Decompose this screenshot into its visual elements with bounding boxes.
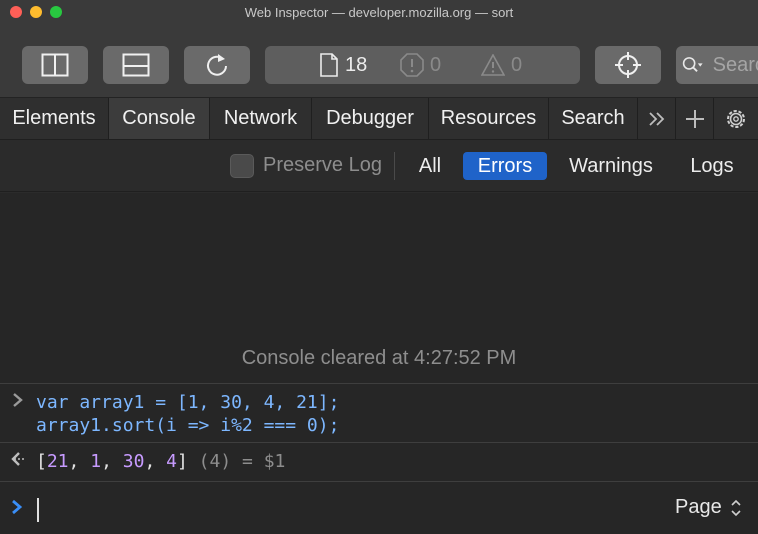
settings-button[interactable]: [714, 98, 758, 139]
tab-search[interactable]: Search: [549, 98, 638, 139]
tab-resources[interactable]: Resources: [429, 98, 549, 139]
warnings-count-item[interactable]: 0: [481, 54, 522, 77]
error-icon: [400, 53, 424, 77]
console-result[interactable]: [21, 1, 30, 4] (4) = $1: [36, 451, 285, 472]
crosshair-icon: [615, 52, 641, 78]
result-assignment: = $1: [242, 451, 286, 472]
console-cleared-message: Console cleared at 4:27:52 PM: [241, 347, 517, 369]
console-filter-bar: Preserve Log All Errors Warnings Logs: [0, 140, 758, 192]
result-arrow-icon: [10, 451, 28, 472]
tab-bar: Elements Console Network Debugger Resour…: [0, 98, 758, 140]
console-prompt-icon: [11, 498, 23, 522]
zoom-window-button[interactable]: [50, 6, 62, 18]
console-messages: Console cleared at 4:27:52 PM var array1…: [0, 193, 758, 534]
new-tab-button[interactable]: [676, 98, 714, 139]
input-prompt-icon: [12, 391, 24, 414]
errors-count: 0: [430, 53, 442, 76]
result-close-bracket: ]: [176, 451, 188, 472]
filter-logs-button[interactable]: Logs: [681, 152, 743, 180]
resources-count: 18: [345, 53, 368, 76]
tab-console[interactable]: Console: [109, 98, 210, 139]
title-bar: Web Inspector — developer.mozilla.org — …: [0, 0, 758, 24]
more-tabs-button[interactable]: [638, 98, 676, 139]
reload-icon: [207, 54, 227, 76]
dock-bottom-icon: [122, 53, 150, 77]
filter-warnings-button[interactable]: Warnings: [560, 152, 662, 180]
preserve-log-checkbox[interactable]: [230, 154, 254, 178]
inspect-element-button[interactable]: [595, 46, 661, 84]
dock-side-icon: [41, 53, 69, 77]
reload-button[interactable]: [184, 46, 250, 84]
execution-context-label: Page: [675, 496, 722, 518]
preserve-log-label[interactable]: Preserve Log: [263, 154, 382, 177]
gear-icon: [727, 109, 745, 128]
activity-viewer: 18 0 0: [265, 46, 580, 84]
minimize-window-button[interactable]: [30, 6, 42, 18]
close-window-button[interactable]: [10, 6, 22, 18]
toolbar: 18 0 0 Sear: [0, 24, 758, 98]
errors-count-item[interactable]: 0: [400, 53, 441, 77]
result-open-bracket: [: [36, 451, 47, 472]
dock-side-button[interactable]: [22, 46, 88, 84]
message-separator: [0, 481, 758, 482]
window-controls: [10, 6, 62, 18]
resources-count-item[interactable]: 18: [319, 53, 367, 77]
dock-bottom-button[interactable]: [103, 46, 169, 84]
result-value: 1: [90, 451, 102, 472]
filter-errors-button[interactable]: Errors: [463, 152, 547, 180]
execution-context-selector[interactable]: Page: [675, 496, 742, 519]
console-input-line-1: var array1 = [1, 30, 4, 21];: [36, 392, 340, 413]
message-separator: [0, 442, 758, 443]
tab-elements[interactable]: Elements: [0, 98, 109, 139]
tab-network[interactable]: Network: [210, 98, 312, 139]
double-chevron-right-icon: [648, 111, 664, 126]
window-title: Web Inspector — developer.mozilla.org — …: [244, 4, 514, 20]
warnings-count: 0: [511, 53, 523, 76]
result-length: (4): [198, 451, 232, 472]
filter-all-button[interactable]: All: [408, 152, 452, 180]
search-field[interactable]: Search: [676, 46, 758, 84]
document-icon: [320, 53, 338, 77]
console-input-caret[interactable]: [37, 498, 39, 522]
tab-debugger[interactable]: Debugger: [312, 98, 429, 139]
search-icon: [682, 57, 703, 73]
filter-divider: [394, 152, 395, 180]
console-input-line-2: array1.sort(i => i%2 === 0);: [36, 415, 340, 436]
message-separator: [0, 383, 758, 384]
result-value: 21: [46, 451, 69, 472]
result-value: 30: [122, 451, 145, 472]
up-down-chevron-icon: [730, 498, 742, 518]
warning-icon: [481, 54, 505, 76]
plus-icon: [685, 109, 704, 128]
result-value: 4: [166, 451, 177, 472]
search-placeholder: Search: [712, 53, 758, 76]
